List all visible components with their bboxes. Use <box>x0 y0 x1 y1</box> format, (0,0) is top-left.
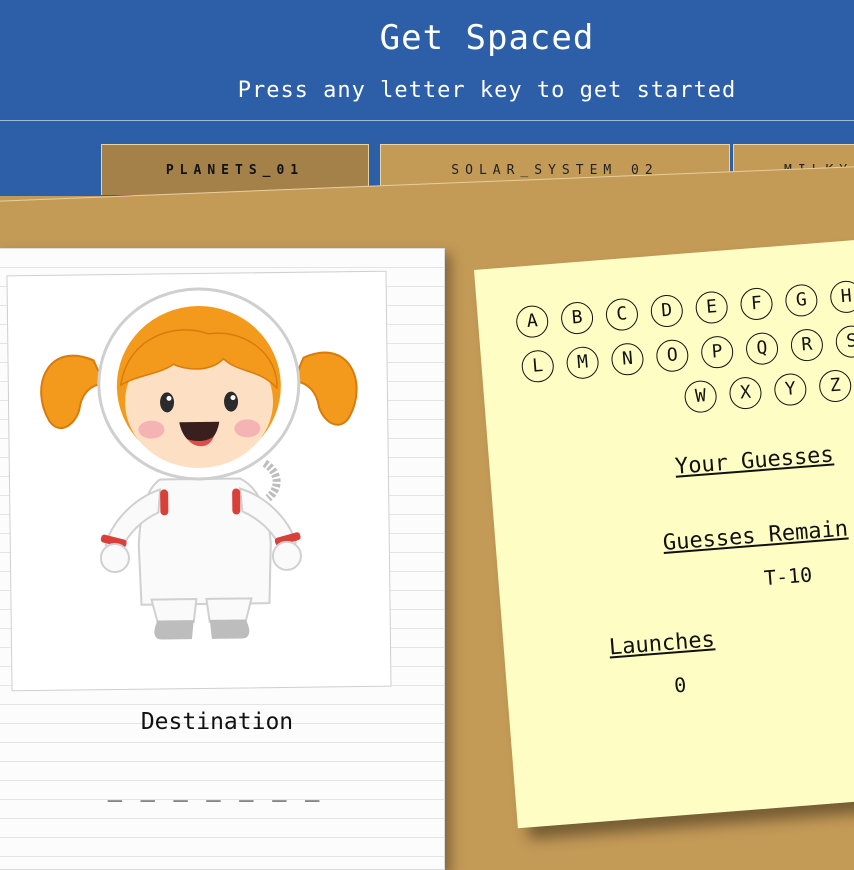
letter-key-x[interactable]: X <box>728 375 763 411</box>
letter-keyboard: ABCDEFGH LMNOPQRS WXYZ <box>474 237 854 414</box>
letter-key-a[interactable]: A <box>515 304 550 339</box>
letter-key-e[interactable]: E <box>694 290 729 325</box>
guess-sticky-note: ABCDEFGH LMNOPQRS WXYZ Your Guesses Guesse… <box>474 237 854 829</box>
page-header: Get Spaced Press any letter key to get s… <box>0 0 854 122</box>
letter-key-n[interactable]: N <box>610 342 645 377</box>
letter-key-m[interactable]: M <box>565 345 600 380</box>
letter-key-z[interactable]: Z <box>818 368 853 404</box>
instructions-text: Press any letter key to get started <box>237 78 737 103</box>
astronaut-photo <box>6 270 392 692</box>
letter-key-w[interactable]: W <box>683 379 718 414</box>
letter-key-l[interactable]: L <box>520 349 555 384</box>
letter-key-b[interactable]: B <box>559 300 595 336</box>
destination-word-blanks: _ _ _ _ _ _ _ <box>107 774 322 802</box>
launches-heading: Launches <box>608 627 716 661</box>
guesses-remaining-heading: Guesses Remain <box>662 516 849 556</box>
letter-key-q[interactable]: Q <box>744 331 780 366</box>
destination-label: Destination <box>140 709 294 735</box>
launches-value: 0 <box>673 672 688 698</box>
letter-key-r[interactable]: R <box>789 327 825 363</box>
destination-card: Destination _ _ _ _ _ _ _ <box>0 248 445 870</box>
your-guesses-heading: Your Guesses <box>674 442 835 480</box>
letter-key-p[interactable]: P <box>699 334 735 370</box>
guesses-remaining-value: T-10 <box>763 562 814 591</box>
letter-key-c[interactable]: C <box>604 297 640 332</box>
letter-key-o[interactable]: O <box>655 338 690 373</box>
letter-key-g[interactable]: G <box>784 283 819 318</box>
letter-key-d[interactable]: D <box>649 293 685 329</box>
letter-key-y[interactable]: Y <box>773 372 808 407</box>
page-title: Get Spaced <box>379 18 595 58</box>
letter-key-h[interactable]: H <box>829 279 854 315</box>
letter-key-s[interactable]: S <box>834 324 854 359</box>
letter-key-f[interactable]: F <box>739 286 774 322</box>
astronaut-girl-icon <box>40 287 358 640</box>
header-divider <box>0 120 854 121</box>
